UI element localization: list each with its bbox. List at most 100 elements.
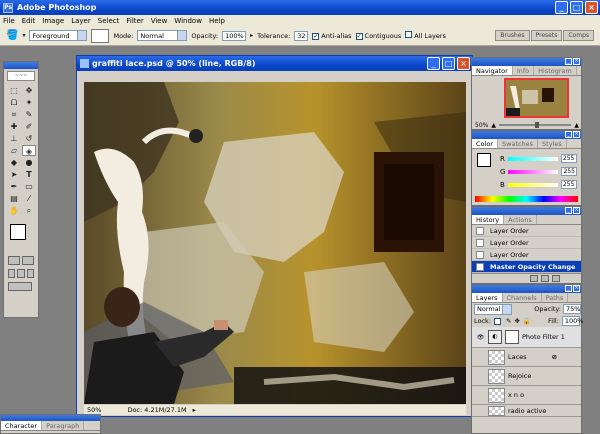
history-panel-header[interactable]: _ ×: [472, 207, 581, 215]
zoom-in-icon[interactable]: ▲: [574, 122, 579, 129]
opacity-arrow-icon[interactable]: ▸: [250, 32, 253, 39]
image-canvas[interactable]: [84, 82, 466, 404]
clone-stamp-tool-icon[interactable]: ⊥: [7, 133, 21, 144]
quick-mask-mode-button[interactable]: [22, 256, 34, 265]
status-zoom[interactable]: 50%: [87, 406, 101, 414]
tab-styles[interactable]: Styles: [538, 139, 567, 148]
foreground-color-swatch[interactable]: [10, 224, 26, 240]
history-snapshot-box[interactable]: [476, 226, 484, 235]
menu-edit[interactable]: Edit: [22, 17, 36, 25]
status-arrow-icon[interactable]: ▸: [193, 406, 196, 414]
tab-swatches[interactable]: Swatches: [498, 139, 539, 148]
dodge-tool-icon[interactable]: ●: [22, 157, 36, 168]
tab-navigator[interactable]: Navigator: [472, 66, 513, 75]
layer-blend-mode-select[interactable]: Normal: [474, 303, 513, 315]
history-snapshot-box[interactable]: [476, 262, 484, 271]
tolerance-input[interactable]: 32: [294, 30, 309, 41]
toolbox-header[interactable]: [4, 62, 38, 69]
contiguous-checkbox[interactable]: ✓ Contiguous: [355, 32, 401, 40]
menu-filter[interactable]: Filter: [126, 17, 143, 25]
lock-all-icon[interactable]: 🔒: [523, 317, 531, 325]
minimize-icon[interactable]: _: [565, 58, 572, 65]
eye-icon[interactable]: 👁: [476, 333, 485, 342]
layer-row[interactable]: 👁 ◐ Photo Filter 1: [472, 327, 581, 348]
full-screen-menu-button[interactable]: [17, 269, 25, 278]
minimize-icon[interactable]: _: [565, 207, 572, 214]
navigator-panel-header[interactable]: _ ×: [472, 58, 581, 66]
chevron-down-icon[interactable]: ▾: [22, 32, 25, 39]
close-icon[interactable]: ×: [573, 207, 580, 214]
menu-layer[interactable]: Layer: [71, 17, 91, 25]
tab-channels[interactable]: Channels: [503, 293, 542, 302]
tab-presets[interactable]: Presets: [530, 30, 563, 41]
history-item[interactable]: Layer Order: [472, 225, 581, 237]
doc-maximize-button[interactable]: □: [442, 57, 455, 70]
layer-row[interactable]: Laces ⊘: [472, 348, 581, 367]
menu-help[interactable]: Help: [209, 17, 225, 25]
menu-image[interactable]: Image: [42, 17, 64, 25]
eye-icon[interactable]: [476, 353, 485, 362]
menu-view[interactable]: View: [151, 17, 168, 25]
tab-paragraph[interactable]: Paragraph: [42, 421, 85, 430]
green-slider[interactable]: [508, 169, 559, 174]
marquee-tool-icon[interactable]: ⬚: [7, 85, 21, 96]
red-value-input[interactable]: 255: [560, 154, 577, 163]
close-icon[interactable]: ×: [573, 285, 580, 292]
lock-position-icon[interactable]: ✥: [514, 317, 519, 325]
layer-row[interactable]: x n o: [472, 386, 581, 405]
eyedropper-tool-icon[interactable]: ⁄: [22, 193, 36, 204]
all-layers-checkbox[interactable]: All Layers: [405, 31, 446, 40]
anti-alias-checkbox[interactable]: ✓ Anti-alias: [312, 32, 352, 40]
navigator-thumbnail[interactable]: [504, 78, 569, 118]
lasso-tool-icon[interactable]: ᗝ: [7, 97, 21, 108]
layer-fill-input[interactable]: 100%: [561, 316, 583, 326]
navigator-zoom-value[interactable]: 50%: [475, 122, 488, 129]
tab-actions[interactable]: Actions: [504, 215, 537, 224]
hand-tool-icon[interactable]: ✋: [7, 205, 21, 216]
history-item[interactable]: Layer Order: [472, 249, 581, 261]
pattern-swatch[interactable]: [91, 28, 110, 43]
layer-row[interactable]: radio active: [472, 405, 581, 417]
notes-tool-icon[interactable]: ▤: [7, 193, 21, 204]
layer-opacity-input[interactable]: 75%: [563, 304, 581, 314]
history-item-active[interactable]: Master Opacity Change: [472, 261, 581, 273]
minimize-icon[interactable]: _: [565, 131, 572, 138]
lock-image-icon[interactable]: ✎: [506, 317, 511, 325]
paint-bucket-icon[interactable]: 🪣: [6, 30, 18, 41]
doc-minimize-button[interactable]: _: [427, 57, 440, 70]
lock-transparency-icon[interactable]: [494, 317, 502, 325]
healing-brush-tool-icon[interactable]: ✚: [7, 121, 21, 132]
menu-window[interactable]: Window: [174, 17, 202, 25]
layer-row[interactable]: Rejoice: [472, 367, 581, 386]
color-swatches[interactable]: [7, 222, 35, 250]
eye-icon[interactable]: [476, 391, 485, 400]
green-value-input[interactable]: 255: [561, 167, 578, 176]
eye-icon[interactable]: [476, 372, 485, 381]
tab-info[interactable]: Info: [513, 66, 535, 75]
opacity-input[interactable]: 100%: [222, 30, 247, 41]
layers-panel-header[interactable]: _ ×: [472, 285, 581, 293]
crop-tool-icon[interactable]: ⌗: [7, 109, 21, 120]
zoom-slider[interactable]: [498, 122, 572, 128]
red-slider[interactable]: [507, 156, 558, 161]
history-snapshot-box[interactable]: [476, 238, 484, 247]
brush-tool-icon[interactable]: ✐: [22, 121, 36, 132]
new-document-icon[interactable]: [530, 275, 538, 282]
fill-source-select[interactable]: Foreground: [29, 30, 88, 41]
document-titlebar[interactable]: graffiti lace.psd @ 50% (line, RGB/8): [77, 56, 472, 71]
close-icon[interactable]: ×: [573, 131, 580, 138]
blur-tool-icon[interactable]: ◆: [7, 157, 21, 168]
new-snapshot-icon[interactable]: [541, 275, 549, 282]
move-tool-icon[interactable]: ✥: [22, 85, 36, 96]
tab-color[interactable]: Color: [472, 139, 498, 148]
standard-screen-button[interactable]: [8, 269, 16, 278]
slice-tool-icon[interactable]: ✎: [22, 109, 36, 120]
color-fg-swatch[interactable]: [477, 153, 491, 167]
minimize-icon[interactable]: _: [565, 285, 572, 292]
close-button[interactable]: ×: [585, 1, 598, 14]
tab-histogram[interactable]: Histogram: [534, 66, 577, 75]
tab-character[interactable]: Character: [1, 421, 43, 430]
blue-value-input[interactable]: 255: [560, 180, 577, 189]
maximize-button[interactable]: □: [570, 1, 583, 14]
history-item[interactable]: Layer Order: [472, 237, 581, 249]
